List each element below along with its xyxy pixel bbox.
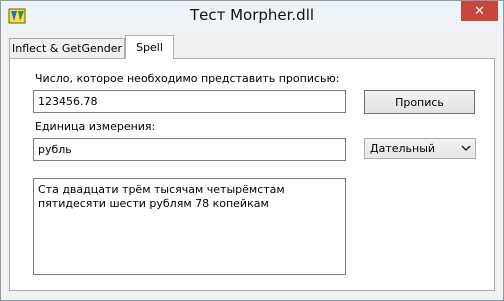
number-input[interactable]: 123456.78 xyxy=(33,90,346,113)
window-title: Тест Morpher.dll xyxy=(189,6,315,24)
title-bar[interactable]: Тест Morpher.dll ✕ xyxy=(1,1,503,31)
chevron-down-icon xyxy=(461,145,471,152)
client-area: Inflect & GetGender Spell Число, которое… xyxy=(8,31,496,293)
number-label: Число, которое необходимо представить пр… xyxy=(35,72,340,85)
tab-inflect-getgender[interactable]: Inflect & GetGender xyxy=(9,38,125,58)
close-button[interactable]: ✕ xyxy=(461,1,498,21)
close-icon: ✕ xyxy=(474,3,485,19)
unit-label: Единица измерения: xyxy=(35,120,156,133)
case-select[interactable]: Дательный xyxy=(364,138,476,159)
spell-tab-panel: Число, которое необходимо представить пр… xyxy=(9,58,495,291)
unit-input[interactable]: рубль xyxy=(33,138,346,161)
tab-spell[interactable]: Spell xyxy=(125,35,174,59)
result-textarea[interactable]: Ста двадцати трём тысячам четырёмстам пя… xyxy=(33,178,346,275)
spell-button[interactable]: Пропись xyxy=(364,90,475,114)
case-select-value: Дательный xyxy=(370,142,436,155)
app-window: Тест Morpher.dll ✕ Inflect & GetGender S… xyxy=(0,0,504,301)
